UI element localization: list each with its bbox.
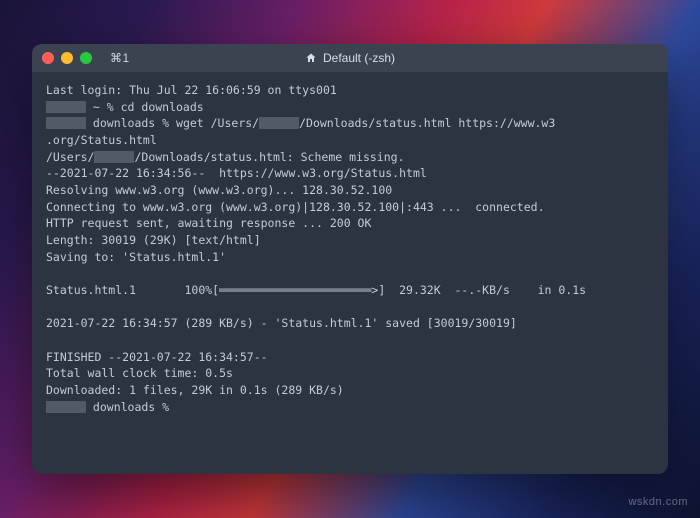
redacted-user: [94, 151, 134, 163]
minimize-icon[interactable]: [61, 52, 73, 64]
out-start: --2021-07-22 16:34:56-- https://www.w3.o…: [46, 166, 427, 180]
out-resolve: Resolving www.w3.org (www.w3.org)... 128…: [46, 183, 392, 197]
redacted-host: [46, 101, 86, 113]
terminal-window: ⌘1 Default (-zsh) Last login: Thu Jul 22…: [32, 44, 668, 474]
out-connect: Connecting to www.w3.org (www.w3.org)|12…: [46, 200, 545, 214]
redacted-user: [259, 117, 299, 129]
command-cd: cd downloads: [121, 100, 204, 114]
line-last-login: Last login: Thu Jul 22 16:06:59 on ttys0…: [46, 83, 337, 97]
command-wget-c: .org/Status.html: [46, 133, 157, 147]
prompt-1: ~ %: [86, 100, 121, 114]
out-progress-bar: Status.html.1 100%[═════════════════════…: [46, 283, 586, 297]
out-wall-clock: Total wall clock time: 0.5s: [46, 366, 233, 380]
out-saved: 2021-07-22 16:34:57 (289 KB/s) - 'Status…: [46, 316, 517, 330]
redacted-host: [46, 401, 86, 413]
out-scheme-b: /Downloads/status.html: Scheme missing.: [134, 150, 404, 164]
tab-indicator: ⌘1: [110, 51, 130, 65]
watermark: wskdn.com: [628, 496, 688, 508]
command-wget-a: wget /Users/: [176, 116, 259, 130]
traffic-lights: [42, 52, 92, 64]
out-request: HTTP request sent, awaiting response ...…: [46, 216, 371, 230]
prompt-2: downloads %: [86, 116, 176, 130]
window-title-text: Default (-zsh): [323, 51, 395, 65]
out-saving: Saving to: 'Status.html.1': [46, 250, 226, 264]
command-wget-b: /Downloads/status.html https://www.w3: [299, 116, 555, 130]
terminal-output[interactable]: Last login: Thu Jul 22 16:06:59 on ttys0…: [32, 72, 668, 474]
out-scheme-a: /Users/: [46, 150, 94, 164]
out-downloaded: Downloaded: 1 files, 29K in 0.1s (289 KB…: [46, 383, 344, 397]
out-finished: FINISHED --2021-07-22 16:34:57--: [46, 350, 268, 364]
home-icon: [305, 52, 317, 64]
out-length: Length: 30019 (29K) [text/html]: [46, 233, 261, 247]
prompt-3: downloads %: [86, 400, 176, 414]
titlebar: ⌘1 Default (-zsh): [32, 44, 668, 72]
close-icon[interactable]: [42, 52, 54, 64]
redacted-host: [46, 117, 86, 129]
fullscreen-icon[interactable]: [80, 52, 92, 64]
